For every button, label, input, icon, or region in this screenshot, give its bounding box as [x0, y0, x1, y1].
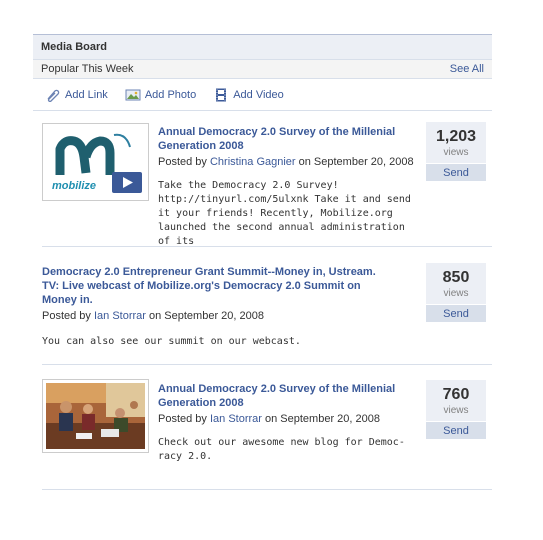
item-description: Take the Democracy 2.0 Survey! http://ti…: [158, 180, 411, 247]
add-video-button[interactable]: Add Video: [213, 88, 284, 102]
item-meta: Posted by Christina Gagnier on September…: [158, 156, 414, 168]
item-content: Annual Democracy 2.0 Survey of the Mille…: [158, 125, 418, 249]
film-icon: [213, 88, 229, 102]
popular-label: Popular This Week: [41, 63, 134, 75]
photo-thumbnail[interactable]: [42, 379, 149, 453]
mobilize-logo: mobilize: [46, 127, 145, 197]
item-title[interactable]: Annual Democracy 2.0 Survey of the Mille…: [158, 125, 418, 153]
popular-bar: Popular This Week See All: [33, 59, 492, 79]
photo-icon: [125, 88, 141, 102]
add-link-label: Add Link: [65, 88, 108, 101]
item-description: Check out our awesome new blog for Democ…: [158, 437, 405, 462]
views-count: 850: [442, 269, 470, 286]
views-count: 760: [442, 386, 470, 403]
views-box: 1,203 views Send: [426, 122, 486, 181]
views-label: views: [443, 288, 469, 299]
add-video-label: Add Video: [233, 88, 284, 101]
board-title: Media Board: [33, 34, 492, 59]
media-item: mobilize Annual Democracy 2.0 Survey of …: [42, 111, 492, 247]
see-all-link[interactable]: See All: [450, 63, 484, 78]
item-meta: Posted by Ian Storrar on September 20, 2…: [42, 310, 264, 322]
author-link[interactable]: Ian Storrar: [210, 413, 262, 425]
actions-bar: Add Link Add Photo Add Video: [33, 79, 492, 111]
views-box: 760 views Send: [426, 380, 486, 439]
views-label: views: [443, 405, 469, 416]
author-link[interactable]: Christina Gagnier: [210, 156, 296, 168]
item-description: You can also see our summit on our webca…: [42, 336, 301, 347]
send-button[interactable]: Send: [426, 304, 486, 322]
item-content: Democracy 2.0 Entrepreneur Grant Summit-…: [42, 265, 392, 349]
meeting-photo: [46, 383, 145, 449]
paperclip-icon: [45, 88, 61, 102]
author-link[interactable]: Ian Storrar: [94, 310, 146, 322]
media-item: Annual Democracy 2.0 Survey of the Mille…: [42, 365, 492, 490]
views-count: 1,203: [435, 128, 477, 145]
media-board: Media Board Popular This Week See All Ad…: [33, 34, 492, 490]
send-button[interactable]: Send: [426, 163, 486, 181]
add-photo-button[interactable]: Add Photo: [125, 88, 196, 102]
item-title[interactable]: Annual Democracy 2.0 Survey of the Mille…: [158, 382, 418, 410]
video-thumbnail[interactable]: mobilize: [42, 123, 149, 201]
add-photo-label: Add Photo: [144, 88, 197, 101]
item-meta: Posted by Ian Storrar on September 20, 2…: [158, 413, 380, 425]
item-title[interactable]: Democracy 2.0 Entrepreneur Grant Summit-…: [42, 265, 392, 307]
send-button[interactable]: Send: [426, 421, 486, 439]
views-box: 850 views Send: [426, 263, 486, 322]
item-content: Annual Democracy 2.0 Survey of the Mille…: [158, 382, 418, 464]
add-link-button[interactable]: Add Link: [45, 88, 108, 102]
svg-text:mobilize: mobilize: [52, 180, 96, 192]
views-label: views: [443, 147, 469, 158]
media-item: Democracy 2.0 Entrepreneur Grant Summit-…: [42, 247, 492, 365]
